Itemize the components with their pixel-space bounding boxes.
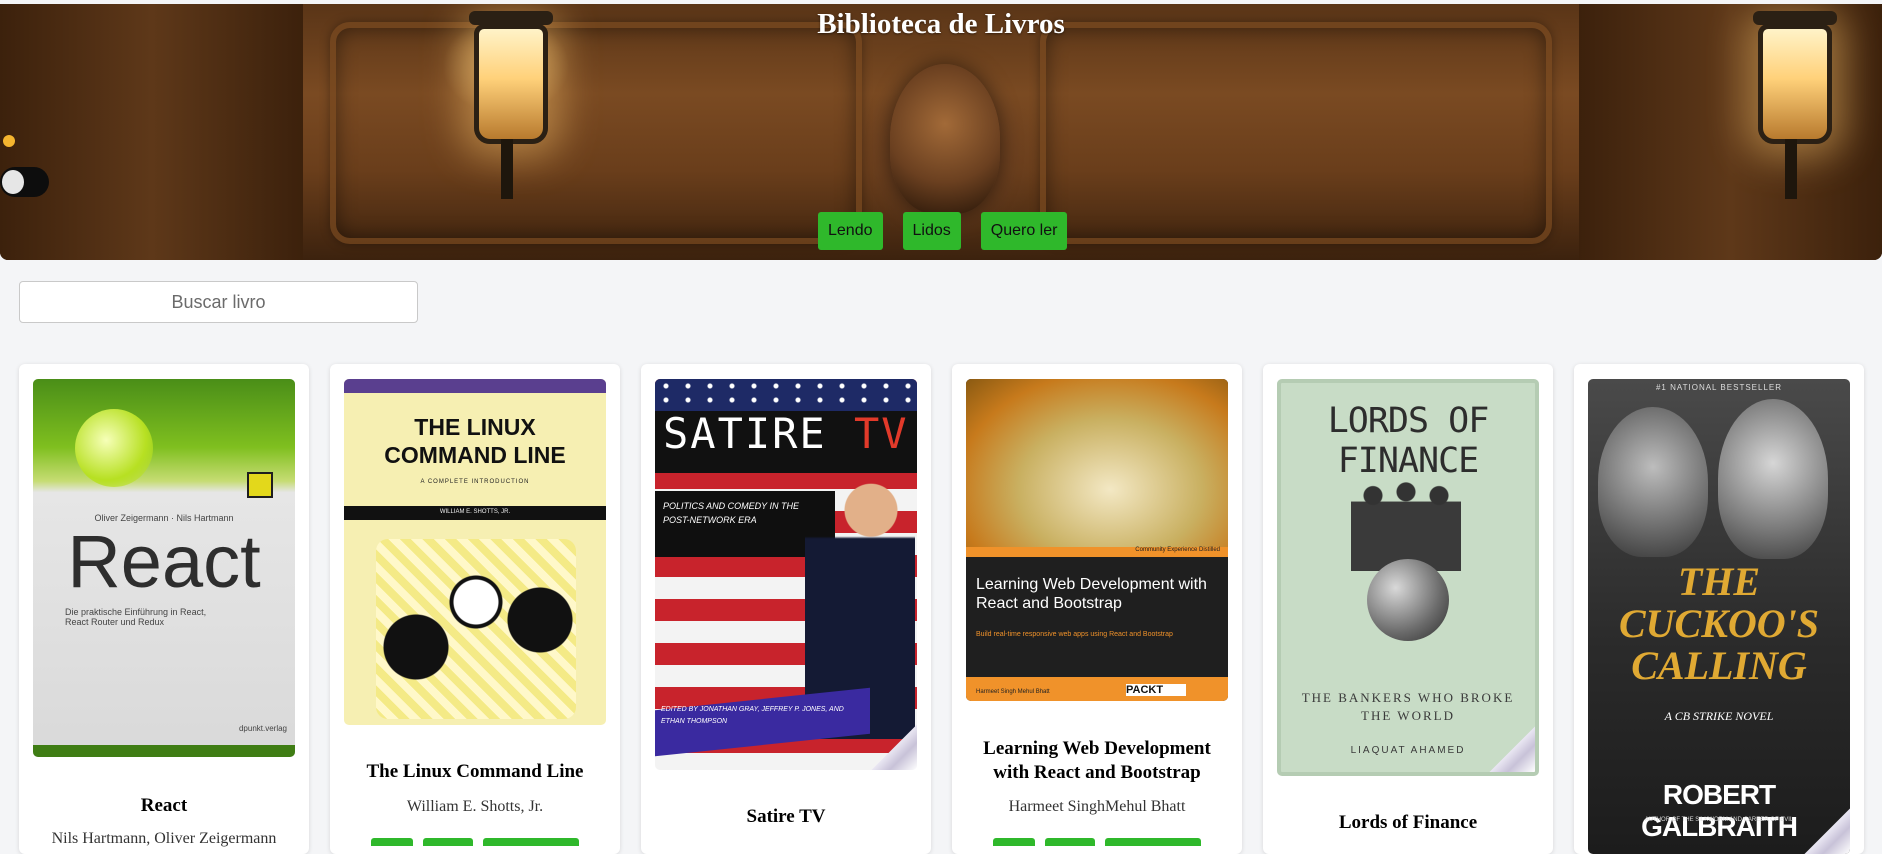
cover-series: Community Experience Distilled bbox=[1135, 547, 1220, 553]
book-title: Satire TV bbox=[746, 806, 826, 827]
book-card[interactable]: THE LINUX COMMAND LINE A COMPLETE INTROD… bbox=[330, 364, 620, 854]
cover-robot-art bbox=[376, 539, 576, 719]
cover-subtitle: A COMPLETE INTRODUCTION bbox=[420, 479, 530, 485]
book-card[interactable]: Community Experience Distilled Learning … bbox=[952, 364, 1242, 854]
cover-title: React bbox=[67, 520, 261, 603]
book-cover: Oliver Zeigermann · Nils Hartmann React … bbox=[33, 379, 295, 757]
cover-publisher: dpunkt.verlag bbox=[238, 724, 287, 733]
book-cover: SATIRE TV POLITICS AND COMEDY IN THE POS… bbox=[655, 379, 917, 770]
cover-title: THE LINUX COMMAND LINE bbox=[384, 414, 566, 468]
book-card[interactable]: LORDS OF FINANCE THE BANKERS WHO BROKE T… bbox=[1263, 364, 1553, 854]
book-author: Harmeet SinghMehul Bhatt bbox=[1008, 798, 1186, 815]
book-title: React bbox=[140, 795, 188, 816]
wood-carving-ornament bbox=[890, 64, 1000, 214]
shelf-nav: Lendo Lidos Quero ler bbox=[818, 212, 1068, 250]
card-action-button[interactable] bbox=[1045, 838, 1095, 846]
cover-subtitle: Build real-time responsive web apps usin… bbox=[976, 631, 1173, 638]
theme-toggle[interactable] bbox=[0, 167, 49, 197]
cover-subtitle: POLITICS AND COMEDY IN THE POST-NETWORK … bbox=[663, 501, 800, 525]
cover-title-accent: TV bbox=[854, 409, 909, 458]
nav-want-to-read-button[interactable]: Quero ler bbox=[980, 212, 1068, 250]
search-input[interactable] bbox=[19, 281, 418, 323]
page-title: Biblioteca de Livros bbox=[817, 8, 1065, 40]
cover-subtitle: Die praktische Einführung in React, Reac… bbox=[65, 607, 207, 627]
cover-title: LORDS OF FINANCE bbox=[1327, 401, 1490, 481]
cover-art bbox=[75, 409, 153, 487]
lamp-image bbox=[469, 11, 553, 199]
cover-man-image bbox=[1598, 407, 1708, 557]
publisher-logo: PACKT bbox=[1126, 684, 1186, 696]
card-action-button[interactable] bbox=[483, 838, 579, 846]
cover-editors: EDITED BY JONATHAN GRAY, JEFFREY P. JONE… bbox=[661, 706, 844, 725]
cover-subtitle: A CB STRIKE NOVEL bbox=[1664, 709, 1774, 723]
cover-badge: #1 NATIONAL BESTSELLER bbox=[1655, 383, 1783, 392]
book-author: Nils Hartmann, Oliver Zeigermann bbox=[51, 830, 277, 847]
header-banner: Biblioteca de Livros Lendo Lidos Quero l… bbox=[0, 4, 1882, 260]
book-card[interactable]: SATIRE TV POLITICS AND COMEDY IN THE POS… bbox=[641, 364, 931, 854]
nav-reading-button[interactable]: Lendo bbox=[818, 212, 883, 250]
book-card[interactable]: Oliver Zeigermann · Nils Hartmann React … bbox=[19, 364, 309, 854]
book-title: Learning Web Development with React and … bbox=[983, 738, 1211, 783]
card-action-button[interactable] bbox=[993, 838, 1035, 846]
status-dot bbox=[3, 135, 15, 147]
banner-wood-panel-left bbox=[0, 4, 303, 260]
nav-read-button[interactable]: Lidos bbox=[902, 212, 961, 250]
cover-author: WILLIAM E. SHOTTS, JR. bbox=[439, 509, 511, 515]
publisher-mark-icon bbox=[247, 472, 273, 498]
cover-woman-image bbox=[1718, 399, 1828, 559]
cover-title: Learning Web Development with React and … bbox=[976, 576, 1207, 612]
cover-art bbox=[966, 379, 1228, 549]
banner-panel-frame bbox=[1040, 22, 1552, 244]
cover-authors: Harmeet Singh Mehul Bhatt bbox=[976, 689, 1050, 695]
banner-panel-frame bbox=[330, 22, 862, 244]
cover-title: THE CUCKOO'S CALLING bbox=[1618, 559, 1820, 688]
card-action-button[interactable] bbox=[423, 838, 473, 846]
cover-subtitle: THE BANKERS WHO BROKE THE WORLD bbox=[1301, 690, 1515, 723]
cover-bankers-image bbox=[1351, 479, 1461, 571]
card-action-button[interactable] bbox=[1105, 838, 1201, 846]
book-title: Lords of Finance bbox=[1338, 812, 1478, 833]
book-title: The Linux Command Line bbox=[366, 761, 584, 782]
card-action-button[interactable] bbox=[371, 838, 413, 846]
book-cover: LORDS OF FINANCE THE BANKERS WHO BROKE T… bbox=[1277, 379, 1539, 776]
toggle-knob bbox=[2, 170, 24, 194]
globe-icon bbox=[1367, 559, 1449, 641]
lamp-image bbox=[1753, 11, 1837, 199]
book-cover: THE LINUX COMMAND LINE A COMPLETE INTROD… bbox=[344, 379, 606, 725]
card-actions bbox=[952, 838, 1242, 846]
book-card[interactable]: #1 NATIONAL BESTSELLER THE CUCKOO'S CALL… bbox=[1574, 364, 1864, 854]
book-author: William E. Shotts, Jr. bbox=[406, 798, 544, 815]
book-cover: #1 NATIONAL BESTSELLER THE CUCKOO'S CALL… bbox=[1588, 379, 1850, 854]
card-actions bbox=[330, 838, 620, 846]
banner-wood-panel-right bbox=[1579, 4, 1882, 260]
book-cover: Community Experience Distilled Learning … bbox=[966, 379, 1228, 701]
cover-title: SATIRE bbox=[663, 409, 827, 458]
